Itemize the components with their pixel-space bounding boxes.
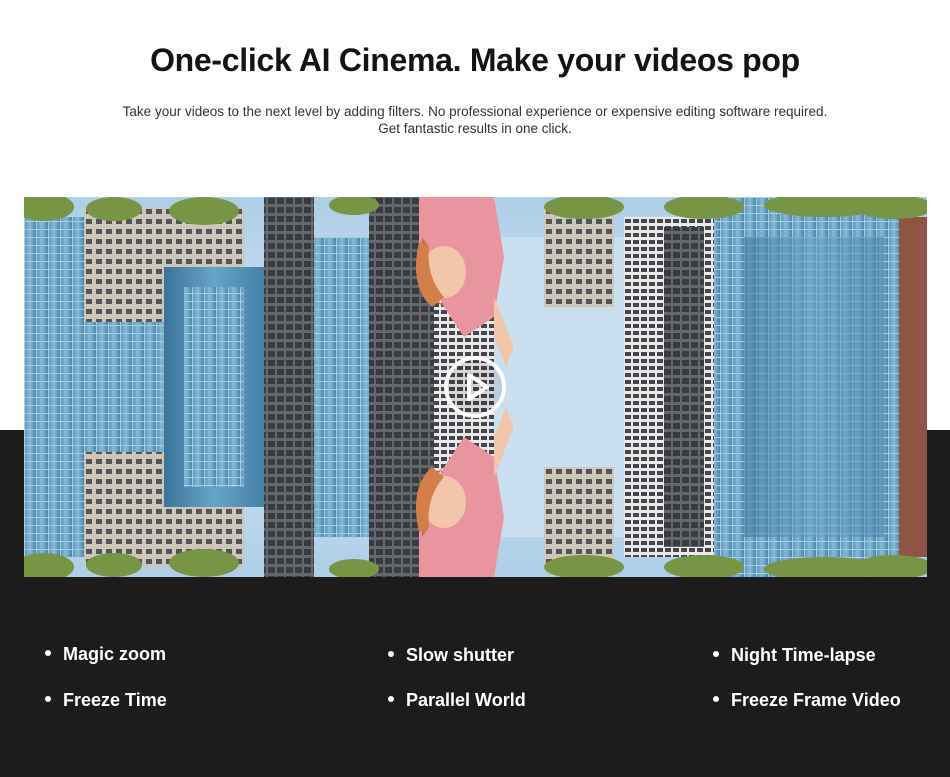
feature-item: Slow shutter <box>388 645 514 666</box>
feature-list: Magic zoom Slow shutter Night Time-lapse… <box>0 630 950 750</box>
feature-label: Freeze Time <box>63 690 167 710</box>
page-title: One-click AI Cinema. Make your videos po… <box>150 42 800 78</box>
feature-label: Slow shutter <box>406 645 515 665</box>
feature-label: Night Time-lapse <box>731 645 876 665</box>
feature-label: Magic zoom <box>63 644 167 664</box>
feature-item: Magic zoom <box>45 644 166 665</box>
feature-label: Freeze Frame Video <box>731 690 901 710</box>
feature-label: Parallel World <box>406 690 526 710</box>
bullet-icon <box>45 650 51 657</box>
subtitle-line-2: Get fantastic results in one click. <box>378 121 572 136</box>
feature-item: Parallel World <box>388 690 526 711</box>
page-subtitle: Take your videos to the next level by ad… <box>0 103 950 137</box>
play-icon <box>444 356 506 418</box>
bullet-icon <box>388 651 394 658</box>
play-button[interactable] <box>442 354 508 420</box>
bullet-icon <box>713 696 719 703</box>
feature-item: Night Time-lapse <box>713 645 876 666</box>
subtitle-line-1: Take your videos to the next level by ad… <box>122 104 828 119</box>
video-player[interactable] <box>24 197 927 577</box>
feature-item: Freeze Frame Video <box>713 690 901 711</box>
bullet-icon <box>388 696 394 703</box>
bullet-icon <box>45 696 51 703</box>
bullet-icon <box>713 651 719 658</box>
feature-item: Freeze Time <box>45 690 167 711</box>
